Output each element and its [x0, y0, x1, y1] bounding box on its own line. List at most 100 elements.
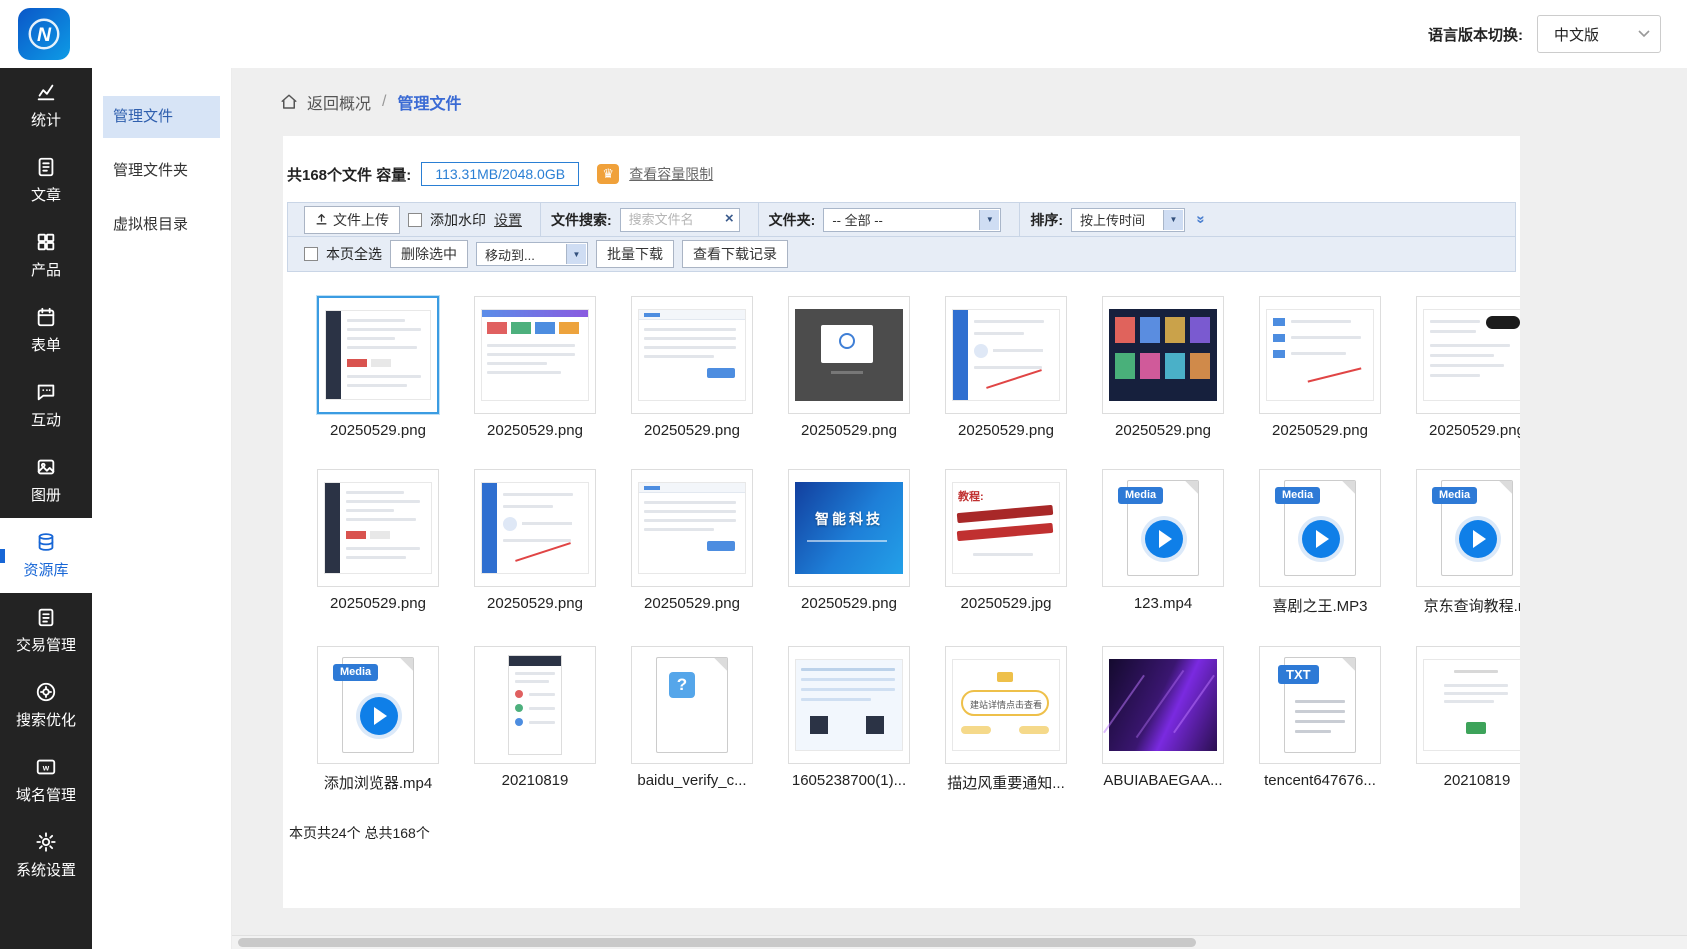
- chevron-double-down-icon[interactable]: »: [1193, 215, 1210, 223]
- file-thumbnail[interactable]: [474, 296, 596, 414]
- sidebar-item-stats[interactable]: 统计: [0, 68, 92, 143]
- sidebar-item-gallery[interactable]: 图册: [0, 443, 92, 518]
- file-thumbnail[interactable]: 建站详情点击查看: [945, 646, 1067, 764]
- sidebar-item-trade[interactable]: 交易管理: [0, 593, 92, 668]
- file-name: baidu_verify_c...: [637, 772, 747, 789]
- file-thumbnail[interactable]: TXT: [1259, 646, 1381, 764]
- main-content: 返回概况 / 管理文件 共168个文件 容量: 113.31MB/2048.0G…: [232, 68, 1687, 935]
- file-thumbnail[interactable]: Media: [317, 646, 439, 764]
- file-thumbnail[interactable]: [1416, 646, 1520, 764]
- home-icon[interactable]: [280, 93, 298, 111]
- file-item[interactable]: 20250529.png: [630, 296, 754, 439]
- file-item[interactable]: Media 123.mp4: [1101, 469, 1225, 616]
- file-item[interactable]: 20250529.png: [316, 296, 440, 439]
- file-item[interactable]: 20250529.png: [630, 469, 754, 616]
- sub-sidebar: 管理文件管理文件夹虚拟根目录: [92, 68, 232, 949]
- select-all-checkbox[interactable]: [304, 247, 318, 261]
- capacity-limit-link[interactable]: 查看容量限制: [629, 164, 713, 184]
- folder-section: 文件夹: -- 全部 -- ▼: [757, 203, 1012, 236]
- file-item[interactable]: Media 添加浏览器.mp4: [316, 646, 440, 793]
- file-item[interactable]: 20250529.png: [473, 296, 597, 439]
- app-logo[interactable]: N: [18, 8, 70, 60]
- file-thumbnail[interactable]: [1416, 296, 1520, 414]
- search-input[interactable]: [619, 207, 740, 232]
- sidebar-item-form[interactable]: 表单: [0, 293, 92, 368]
- file-thumbnail[interactable]: [1102, 646, 1224, 764]
- file-item[interactable]: Media 京东查询教程.m: [1415, 469, 1520, 616]
- file-thumbnail[interactable]: [945, 296, 1067, 414]
- watermark-checkbox[interactable]: [408, 212, 422, 227]
- file-item[interactable]: 智能科技 20250529.png: [787, 469, 911, 616]
- folder-select[interactable]: -- 全部 -- ▼: [823, 207, 1002, 232]
- upload-button[interactable]: 文件上传: [304, 205, 400, 234]
- file-thumbnail[interactable]: 智能科技: [788, 469, 910, 587]
- file-item[interactable]: 20250529.png: [1415, 296, 1520, 439]
- sort-label: 排序:: [1030, 211, 1064, 228]
- file-item[interactable]: 20210819: [473, 646, 597, 793]
- sidebar-item-article[interactable]: 文章: [0, 143, 92, 218]
- file-item[interactable]: TXT tencent647676...: [1258, 646, 1382, 793]
- clear-search-icon[interactable]: ×: [725, 210, 734, 227]
- sidebar-item-interact[interactable]: 互动: [0, 368, 92, 443]
- file-thumbnail[interactable]: [317, 296, 439, 414]
- file-name: 20250529.png: [801, 595, 897, 612]
- file-thumbnail[interactable]: [788, 646, 910, 764]
- file-thumbnail[interactable]: [631, 296, 753, 414]
- move-to-select[interactable]: 移动到... ▼: [476, 242, 588, 266]
- file-item[interactable]: Media 喜剧之王.MP3: [1258, 469, 1382, 616]
- subsidebar-item-folders[interactable]: 管理文件夹: [103, 150, 220, 192]
- gallery-icon: [35, 456, 57, 478]
- breadcrumb-back-link[interactable]: 返回概况: [307, 90, 371, 114]
- file-name: 喜剧之王.MP3: [1272, 598, 1368, 615]
- form-icon: [35, 306, 57, 328]
- file-thumbnail[interactable]: Media: [1416, 469, 1520, 587]
- horizontal-scrollbar[interactable]: [232, 935, 1687, 949]
- sidebar-item-settings[interactable]: 系统设置: [0, 818, 92, 893]
- file-item[interactable]: 20250529.png: [944, 296, 1068, 439]
- sidebar-item-product[interactable]: 产品: [0, 218, 92, 293]
- sidebar-item-resource[interactable]: 资源库: [0, 518, 92, 593]
- file-item[interactable]: 20250529.png: [787, 296, 911, 439]
- file-thumbnail[interactable]: [317, 469, 439, 587]
- language-select[interactable]: 中文版: [1537, 15, 1661, 53]
- scrollbar-thumb[interactable]: [238, 938, 1196, 947]
- file-item[interactable]: 建站详情点击查看 描边风重要通知...: [944, 646, 1068, 793]
- file-item[interactable]: 20250529.png: [316, 469, 440, 616]
- file-item[interactable]: 20250529.png: [473, 469, 597, 616]
- file-item[interactable]: 教程: 20250529.jpg: [944, 469, 1068, 616]
- file-item[interactable]: 20210819: [1415, 646, 1520, 793]
- file-thumbnail[interactable]: 教程:: [945, 469, 1067, 587]
- file-thumbnail[interactable]: Media: [1259, 469, 1381, 587]
- delete-selected-button[interactable]: 删除选中: [390, 240, 468, 268]
- subsidebar-item-virtual-root[interactable]: 虚拟根目录: [103, 204, 220, 246]
- file-thumbnail[interactable]: [1102, 296, 1224, 414]
- sidebar-item-label: 交易管理: [15, 637, 76, 654]
- product-icon: [35, 231, 57, 253]
- sort-select[interactable]: 按上传时间 ▼: [1071, 207, 1186, 232]
- crown-icon: ♛: [597, 164, 620, 184]
- file-thumbnail[interactable]: [1259, 296, 1381, 414]
- sidebar-item-domain[interactable]: w 域名管理: [0, 743, 92, 818]
- subsidebar-item-files[interactable]: 管理文件: [103, 96, 220, 138]
- file-item[interactable]: ? baidu_verify_c...: [630, 646, 754, 793]
- file-grid-row: Media 添加浏览器.mp4 20210819? baidu_verify_c...…: [316, 646, 1520, 793]
- main-sidebar: 统计 文章 产品 表单 互动 图册 资源库交易管理搜索优化 w 域名管理 系统设置: [0, 68, 92, 949]
- file-thumbnail[interactable]: ?: [631, 646, 753, 764]
- chevron-down-icon: [1638, 30, 1650, 38]
- trade-icon: [35, 606, 57, 628]
- sidebar-item-seo[interactable]: 搜索优化: [0, 668, 92, 743]
- file-item[interactable]: 20250529.png: [1258, 296, 1382, 439]
- watermark-settings-link[interactable]: 设置: [494, 210, 522, 230]
- file-thumbnail[interactable]: [788, 296, 910, 414]
- download-records-button[interactable]: 查看下载记录: [682, 240, 788, 268]
- file-item[interactable]: ABUIABAEGAA...: [1101, 646, 1225, 793]
- file-item[interactable]: 20250529.png: [1101, 296, 1225, 439]
- file-thumbnail[interactable]: Media: [1102, 469, 1224, 587]
- file-thumbnail[interactable]: [474, 469, 596, 587]
- batch-download-button[interactable]: 批量下载: [596, 240, 674, 268]
- language-value: 中文版: [1554, 26, 1600, 44]
- file-name: 20210819: [501, 772, 569, 789]
- file-item[interactable]: 1605238700(1)...: [787, 646, 911, 793]
- file-thumbnail[interactable]: [474, 646, 596, 764]
- file-thumbnail[interactable]: [631, 469, 753, 587]
